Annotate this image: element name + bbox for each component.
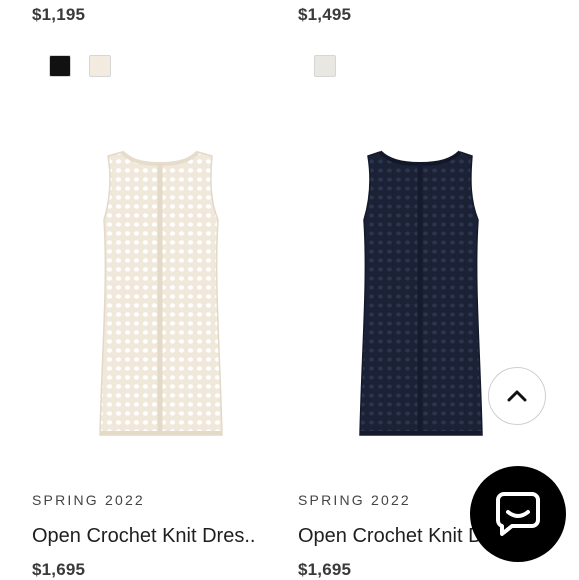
product-price: $1,495: [298, 5, 352, 24]
product-season: SPRING 2022: [298, 492, 411, 508]
color-swatch-black[interactable]: [49, 55, 71, 77]
product-price: $1,695: [298, 560, 352, 579]
product-title-link[interactable]: Open Crochet Knit Dres..: [32, 525, 282, 548]
scroll-to-top-button[interactable]: [488, 367, 546, 425]
product-title-link[interactable]: Open Crochet Knit D: [298, 525, 488, 548]
product-image-ivory-dress[interactable]: [60, 130, 260, 460]
product-season: SPRING 2022: [32, 492, 145, 508]
chevron-up-icon: [507, 390, 527, 402]
product-price: $1,195: [32, 5, 86, 24]
live-chat-button[interactable]: [470, 466, 566, 562]
color-swatch-light-gray[interactable]: [314, 55, 336, 77]
chat-bubble-icon: [496, 492, 540, 536]
product-price: $1,695: [32, 560, 86, 579]
color-swatch-ivory[interactable]: [89, 55, 111, 77]
